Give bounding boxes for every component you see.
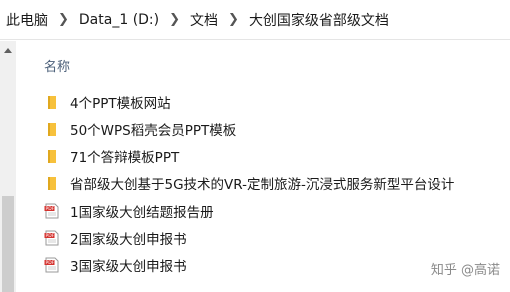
pdf-file-icon: PDF: [44, 203, 60, 219]
breadcrumb-item-documents[interactable]: 文档: [186, 10, 222, 30]
svg-text:PDF: PDF: [46, 206, 55, 212]
breadcrumb: 此电脑 ❯ Data_1 (D:) ❯ 文档 ❯ 大创国家级省部级文档: [0, 0, 510, 40]
chevron-right-icon[interactable]: ❯: [163, 12, 186, 27]
file-name: 省部级大创基于5G技术的VR-定制旅游-沉浸式服务新型平台设计: [70, 177, 455, 193]
svg-text:PDF: PDF: [46, 260, 55, 266]
folder-icon: [44, 175, 60, 191]
breadcrumb-item-drive[interactable]: Data_1 (D:): [75, 12, 163, 28]
list-item[interactable]: 省部级大创基于5G技术的VR-定制旅游-沉浸式服务新型平台设计: [44, 171, 504, 195]
file-name: 4个PPT模板网站: [70, 96, 171, 112]
pdf-file-icon: PDF: [44, 230, 60, 246]
chevron-right-icon[interactable]: ❯: [52, 12, 75, 27]
list-item[interactable]: PDF 2国家级大创申报书: [44, 226, 504, 250]
folder-icon: [44, 148, 60, 164]
column-header-name[interactable]: 名称: [44, 56, 70, 75]
file-name: 3国家级大创申报书: [70, 259, 187, 275]
list-item[interactable]: PDF 1国家级大创结题报告册: [44, 199, 504, 223]
list-item[interactable]: 71个答辩模板PPT: [44, 144, 504, 168]
breadcrumb-item-this-pc[interactable]: 此电脑: [2, 10, 52, 30]
list-item[interactable]: 50个WPS稻壳会员PPT模板: [44, 117, 504, 141]
file-name: 71个答辩模板PPT: [70, 150, 180, 166]
folder-icon: [44, 121, 60, 137]
folder-icon: [44, 94, 60, 110]
pdf-file-icon: PDF: [44, 257, 60, 273]
list-item[interactable]: 4个PPT模板网站: [44, 90, 504, 114]
file-name: 2国家级大创申报书: [70, 232, 187, 248]
breadcrumb-item-current-folder[interactable]: 大创国家级省部级文档: [245, 10, 393, 30]
file-name: 50个WPS稻壳会员PPT模板: [70, 123, 237, 139]
file-name: 1国家级大创结题报告册: [70, 205, 214, 221]
scroll-up-arrow-icon[interactable]: [0, 41, 16, 59]
scrollbar-thumb[interactable]: [2, 196, 14, 292]
svg-text:PDF: PDF: [46, 233, 55, 239]
navigation-scrollbar[interactable]: [0, 41, 16, 292]
watermark: 知乎 @高诺: [430, 263, 500, 278]
chevron-right-icon[interactable]: ❯: [222, 12, 245, 27]
